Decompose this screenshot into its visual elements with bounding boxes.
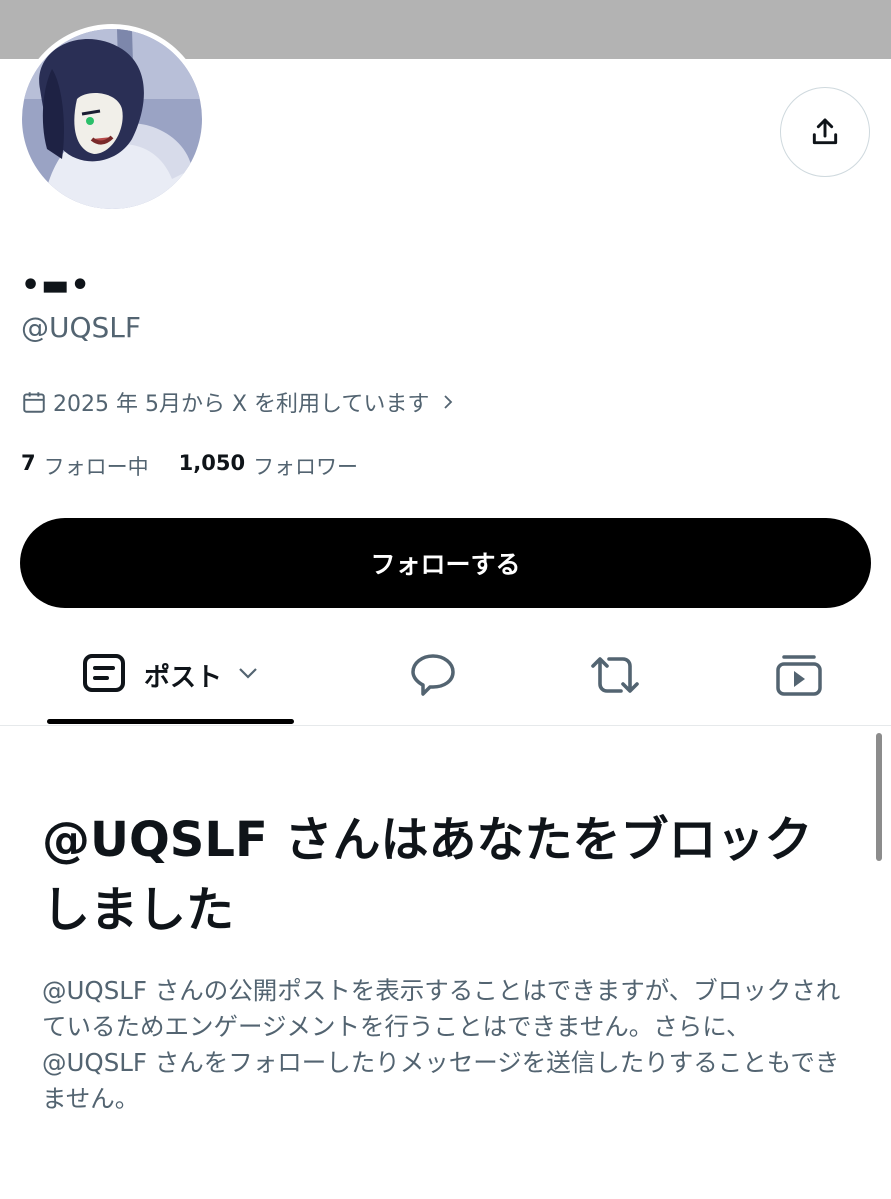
tab-replies[interactable] <box>380 625 486 725</box>
handle: @UQSLF <box>21 311 142 344</box>
tab-posts[interactable]: ポスト <box>48 625 294 725</box>
tab-reposts[interactable] <box>562 625 668 725</box>
display-name: •▬• <box>21 268 91 303</box>
avatar-image <box>22 29 202 209</box>
chevron-right-icon <box>439 393 457 411</box>
reply-bubble-icon <box>411 654 455 696</box>
share-button[interactable] <box>780 87 870 177</box>
repost-icon <box>591 657 639 693</box>
joined-label: 2025 年 5月から X を利用しています <box>53 392 430 417</box>
blocked-title: @UQSLF さんはあなたをブロックしました <box>42 812 813 938</box>
tab-media[interactable] <box>746 625 852 725</box>
tab-selected-indicator <box>47 719 294 724</box>
share-icon <box>812 118 838 145</box>
follow-stats: 7 フォロー中 1,050 フォロワー <box>21 451 388 481</box>
scrollbar[interactable] <box>876 733 882 861</box>
joined-date[interactable]: 2025 年 5月から X を利用しています <box>21 385 457 419</box>
following-label: フォロー中 <box>43 455 149 479</box>
profile-tabs: ポスト <box>0 625 891 725</box>
followers-label: フォロワー <box>253 455 359 479</box>
follow-button[interactable]: フォローする <box>20 518 871 608</box>
followers-count: 1,050 <box>178 451 246 475</box>
avatar[interactable] <box>17 24 207 214</box>
tabs-divider <box>0 725 891 726</box>
blocked-message: @UQSLF さんの公開ポストを表示することはできますが、ブロックされているため… <box>42 976 841 1113</box>
media-icon <box>776 655 822 696</box>
chevron-down-icon[interactable] <box>236 661 260 689</box>
posts-icon <box>82 653 126 697</box>
following-link[interactable]: 7 フォロー中 <box>21 451 149 481</box>
calendar-icon <box>21 389 47 415</box>
following-count: 7 <box>21 451 36 475</box>
tab-posts-label: ポスト <box>143 662 222 693</box>
followers-link[interactable]: 1,050 フォロワー <box>179 451 358 481</box>
